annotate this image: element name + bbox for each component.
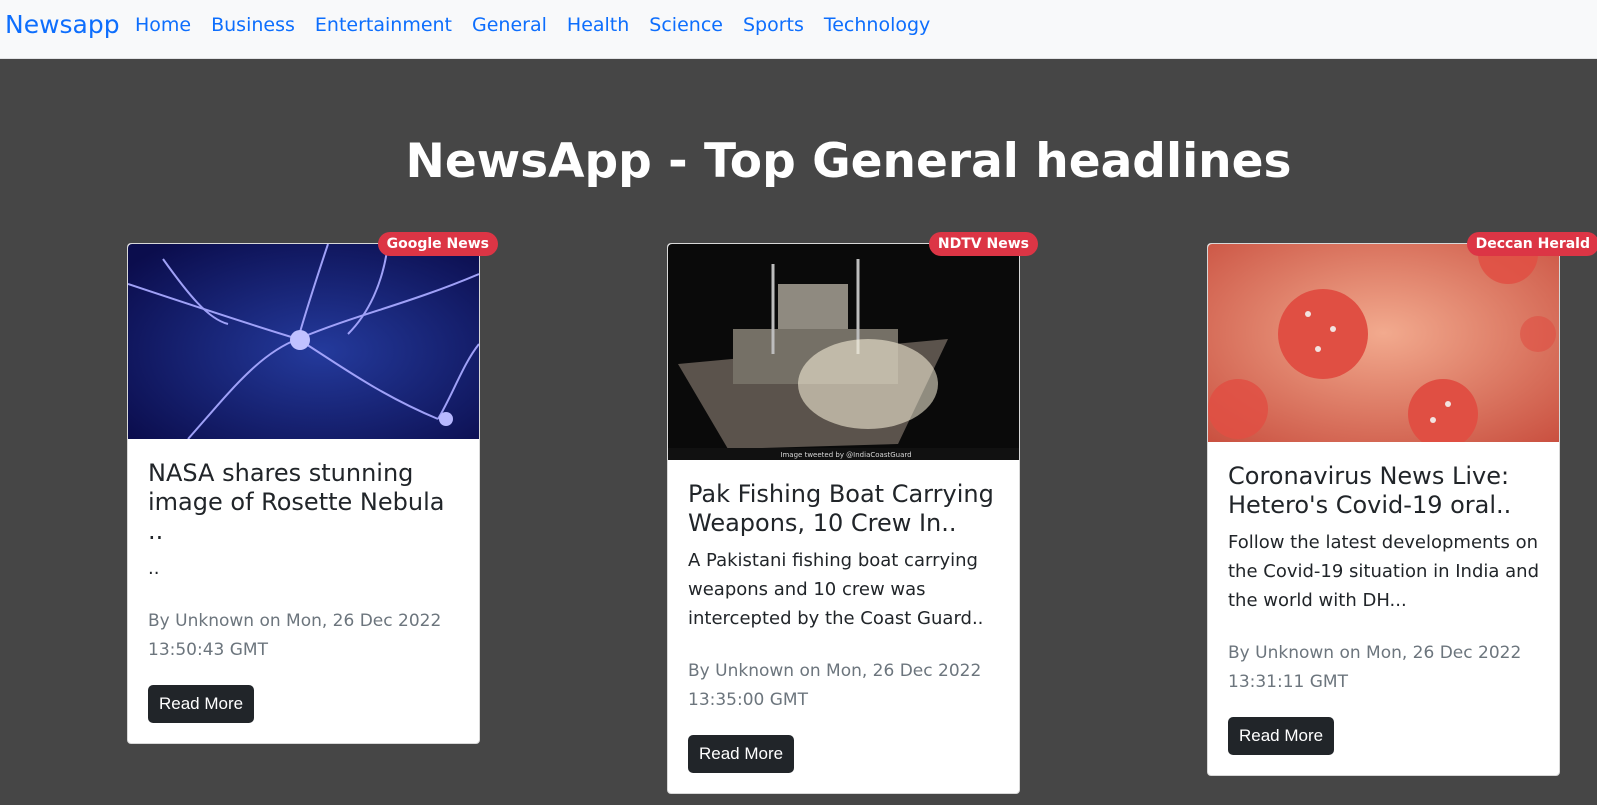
nav-science[interactable]: Science bbox=[649, 14, 723, 36]
nav-technology[interactable]: Technology bbox=[824, 14, 930, 36]
news-description: A Pakistani fishing boat carrying weapon… bbox=[688, 550, 984, 629]
nav-business[interactable]: Business bbox=[211, 14, 295, 36]
read-more-button[interactable]: Read More bbox=[688, 735, 795, 773]
news-meta: By Unknown on Mon, 26 Dec 2022 13:31:11 … bbox=[1228, 643, 1522, 692]
news-title: Pak Fishing Boat Carrying Weapons, 10 Cr… bbox=[688, 480, 994, 537]
news-image bbox=[128, 244, 479, 439]
nav-home[interactable]: Home bbox=[135, 14, 191, 36]
news-title: Coronavirus News Live: Hetero's Covid-19… bbox=[1228, 462, 1512, 519]
news-image bbox=[1208, 244, 1559, 442]
news-image: Image tweeted by @IndiaCoastGuard bbox=[668, 244, 1019, 460]
image-caption: Image tweeted by @IndiaCoastGuard bbox=[780, 451, 911, 459]
nav-links: Home Business Entertainment General Heal… bbox=[135, 14, 930, 36]
news-description: Follow the latest developments on the Co… bbox=[1228, 532, 1540, 611]
nav-entertainment[interactable]: Entertainment bbox=[315, 14, 452, 36]
news-description: .. bbox=[148, 558, 160, 579]
news-meta: By Unknown on Mon, 26 Dec 2022 13:50:43 … bbox=[148, 611, 442, 660]
source-badge: NDTV News bbox=[928, 232, 1038, 256]
read-more-button[interactable]: Read More bbox=[1228, 717, 1335, 755]
brand-link[interactable]: Newsapp bbox=[5, 10, 120, 40]
source-badge: Deccan Herald bbox=[1466, 232, 1597, 256]
top-navbar: Newsapp Home Business Entertainment Gene… bbox=[0, 0, 1597, 58]
news-card: Deccan Herald Coronavirus News Live: Het… bbox=[1207, 232, 1597, 776]
news-title: NASA shares stunning image of Rosette Ne… bbox=[148, 459, 445, 545]
news-card: NDTV News Image tweeted by @IndiaCoastGu… bbox=[667, 232, 1038, 794]
news-card: Google News NASA shares stunning image o… bbox=[127, 232, 498, 744]
source-badge: Google News bbox=[377, 232, 498, 256]
page-title: NewsApp - Top General headlines bbox=[405, 134, 1292, 190]
nav-general[interactable]: General bbox=[472, 14, 547, 36]
nav-sports[interactable]: Sports bbox=[743, 14, 804, 36]
news-meta: By Unknown on Mon, 26 Dec 2022 13:35:00 … bbox=[688, 661, 982, 710]
read-more-button[interactable]: Read More bbox=[148, 685, 255, 723]
nav-health[interactable]: Health bbox=[567, 14, 629, 36]
